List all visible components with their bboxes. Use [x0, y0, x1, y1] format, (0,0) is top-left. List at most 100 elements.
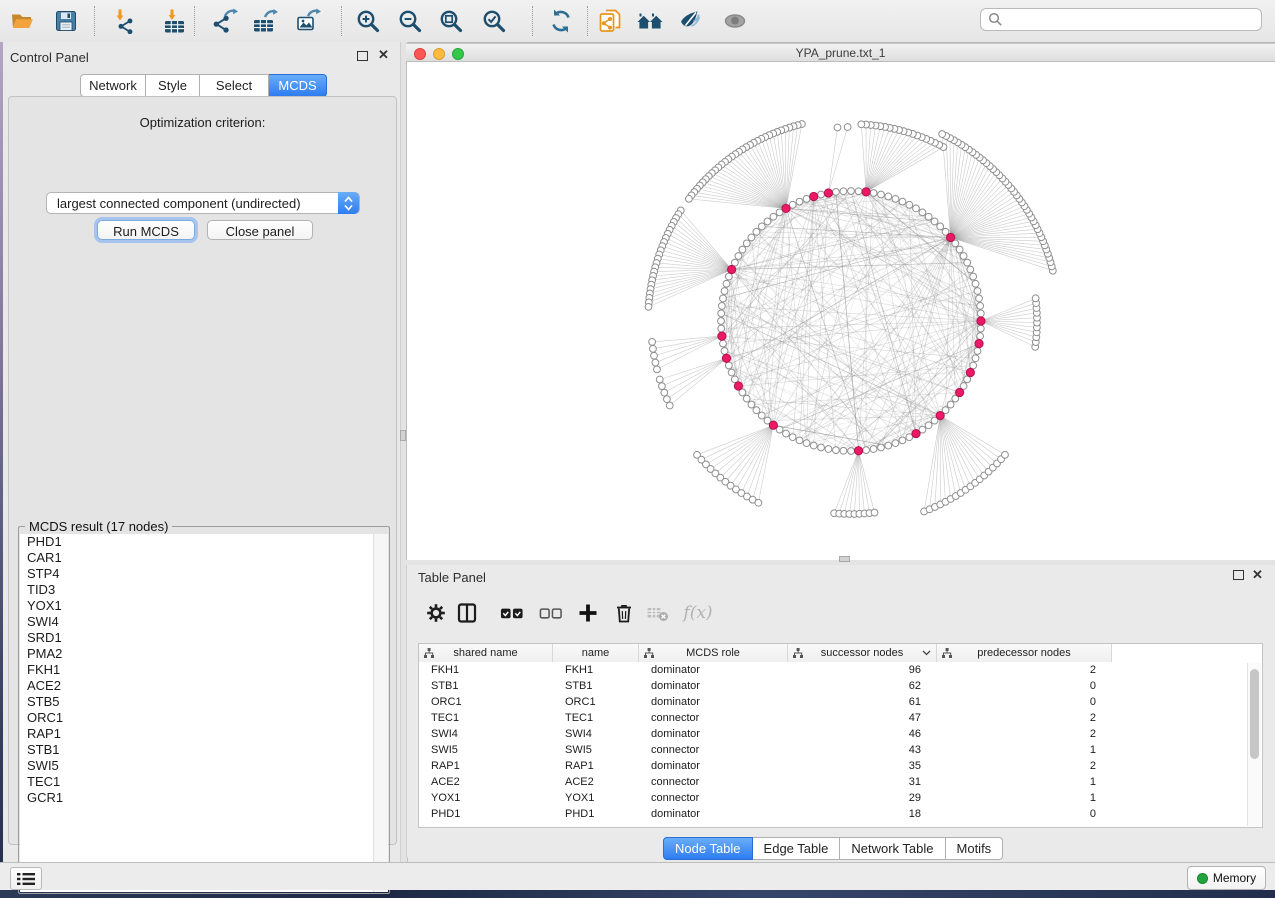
mcds-result-item[interactable]: SWI5 — [20, 758, 388, 774]
tab-mcds[interactable]: MCDS — [269, 74, 327, 97]
hide-annotations-icon — [677, 8, 703, 34]
mcds-result-item[interactable]: TEC1 — [20, 774, 388, 790]
tab-network-table[interactable]: Network Table — [840, 837, 945, 860]
table-row[interactable]: TEC1TEC1connector472 — [419, 710, 1262, 726]
horizontal-splitter-handle[interactable] — [839, 556, 850, 562]
network-window-titlebar[interactable]: YPA_prune.txt_1 — [406, 43, 1275, 62]
criterion-dropdown[interactable]: largest connected component (undirected) — [46, 192, 360, 214]
deselect-all-button[interactable] — [539, 600, 563, 626]
table-row[interactable]: FKH1FKH1dominator962 — [419, 662, 1262, 678]
delete-column-button[interactable] — [612, 600, 636, 626]
table-scrollbar[interactable] — [1247, 663, 1261, 826]
delete-table-button[interactable] — [646, 600, 670, 626]
select-all-button[interactable] — [500, 600, 524, 626]
split-panel-button[interactable] — [455, 600, 479, 626]
table-row[interactable]: SWI4SWI4dominator462 — [419, 726, 1262, 742]
search-input[interactable] — [1003, 12, 1261, 28]
mcds-result-item[interactable]: ACE2 — [20, 678, 388, 694]
table-row[interactable]: ORC1ORC1dominator610 — [419, 694, 1262, 710]
zoom-selected-button[interactable] — [481, 7, 507, 35]
mcds-result-item[interactable]: ORC1 — [20, 710, 388, 726]
mcds-result-item[interactable]: TID3 — [20, 582, 388, 598]
mcds-result-item[interactable]: YOX1 — [20, 598, 388, 614]
function-builder-button[interactable]: f(x) — [681, 600, 715, 626]
zoom-out-button[interactable] — [397, 7, 423, 35]
close-icon: ✕ — [378, 47, 389, 62]
table-row[interactable]: PHD1PHD1dominator180 — [419, 806, 1262, 822]
show-graphics-button[interactable] — [722, 7, 748, 35]
table-cell: STB1 — [553, 680, 639, 692]
search-icon — [988, 12, 1003, 27]
table-row[interactable]: SWI5SWI5connector431 — [419, 742, 1262, 758]
table-row[interactable]: RAP1RAP1dominator352 — [419, 758, 1262, 774]
mcds-result-item[interactable]: FKH1 — [20, 662, 388, 678]
tab-motifs[interactable]: Motifs — [946, 837, 1004, 860]
table-scrollbar-thumb[interactable] — [1250, 669, 1259, 759]
mcds-result-item[interactable]: CAR1 — [20, 550, 388, 566]
table-header-row: shared name name MCDS role successor nod… — [419, 644, 1262, 662]
table-close-button[interactable]: ✕ — [1252, 569, 1263, 581]
network-view[interactable] — [406, 62, 1275, 560]
close-panel-button-mcds[interactable]: Close panel — [207, 220, 313, 240]
mcds-result-item[interactable]: GCR1 — [20, 790, 388, 806]
add-column-button[interactable] — [576, 600, 600, 626]
mcds-result-item[interactable]: SWI4 — [20, 614, 388, 630]
network-document-icon — [597, 8, 623, 34]
tab-edge-table[interactable]: Edge Table — [753, 837, 841, 860]
import-table-button[interactable] — [161, 7, 187, 35]
table-row[interactable]: STB1STB1dominator620 — [419, 678, 1262, 694]
tab-network[interactable]: Network — [80, 74, 146, 97]
search-field[interactable] — [980, 8, 1262, 31]
column-header-mcds-role[interactable]: MCDS role — [639, 644, 788, 662]
export-table-icon — [252, 8, 278, 34]
table-cell: SWI5 — [553, 744, 639, 756]
network-document-button[interactable] — [597, 7, 623, 35]
open-session-button[interactable] — [10, 7, 36, 35]
table-cell: ACE2 — [553, 776, 639, 788]
home-button[interactable] — [637, 7, 663, 35]
column-header-successor-nodes[interactable]: successor nodes — [788, 644, 937, 662]
mcds-result-item[interactable]: SRD1 — [20, 630, 388, 646]
import-network-button[interactable] — [112, 7, 138, 35]
network-window-title: YPA_prune.txt_1 — [406, 46, 1275, 60]
mcds-result-item[interactable]: RAP1 — [20, 726, 388, 742]
close-panel-button[interactable]: ✕ — [378, 49, 389, 61]
export-table-button[interactable] — [252, 7, 278, 35]
run-mcds-button[interactable]: Run MCDS — [97, 220, 195, 240]
column-header-name[interactable]: name — [553, 644, 639, 662]
memory-button[interactable]: Memory — [1187, 866, 1266, 890]
table-cell: 2 — [937, 712, 1112, 724]
mcds-result-item[interactable]: PHD1 — [20, 534, 388, 550]
tab-select[interactable]: Select — [200, 74, 269, 97]
hide-annotations-button[interactable] — [677, 7, 703, 35]
table-row[interactable]: YOX1YOX1connector291 — [419, 790, 1262, 806]
network-graph[interactable] — [407, 62, 1275, 560]
mcds-tab-content: Optimization criterion: largest connecte… — [8, 96, 397, 845]
zoom-in-button[interactable] — [355, 7, 381, 35]
mcds-list-scrollbar[interactable] — [373, 534, 388, 892]
table-settings-button[interactable] — [424, 600, 448, 626]
table-cell: connector — [639, 712, 788, 724]
mcds-result-item[interactable]: STP4 — [20, 566, 388, 582]
task-history-button[interactable] — [10, 867, 42, 890]
column-header-shared-name[interactable]: shared name — [419, 644, 553, 662]
tab-node-table[interactable]: Node Table — [663, 837, 753, 860]
tab-style[interactable]: Style — [146, 74, 200, 97]
refresh-layout-button[interactable] — [548, 7, 574, 35]
table-row[interactable]: ACE2ACE2connector311 — [419, 774, 1262, 790]
mcds-result-item[interactable]: STB1 — [20, 742, 388, 758]
home-icon — [637, 8, 663, 34]
zoom-fit-button[interactable] — [438, 7, 464, 35]
mcds-result-item[interactable]: PMA2 — [20, 646, 388, 662]
export-network-button[interactable] — [212, 7, 238, 35]
zoom-out-icon — [397, 8, 423, 34]
table-float-button[interactable] — [1233, 570, 1244, 583]
table-cell: SWI5 — [419, 744, 553, 756]
column-header-predecessor-nodes[interactable]: predecessor nodes — [937, 644, 1112, 662]
mcds-result-item[interactable]: STB5 — [20, 694, 388, 710]
mcds-result-list[interactable]: PHD1CAR1STP4TID3YOX1SWI4SRD1PMA2FKH1ACE2… — [20, 534, 388, 892]
table-cell: 1 — [937, 744, 1112, 756]
float-panel-button[interactable] — [357, 51, 368, 64]
export-image-button[interactable] — [295, 7, 321, 35]
save-session-button[interactable] — [53, 7, 79, 35]
